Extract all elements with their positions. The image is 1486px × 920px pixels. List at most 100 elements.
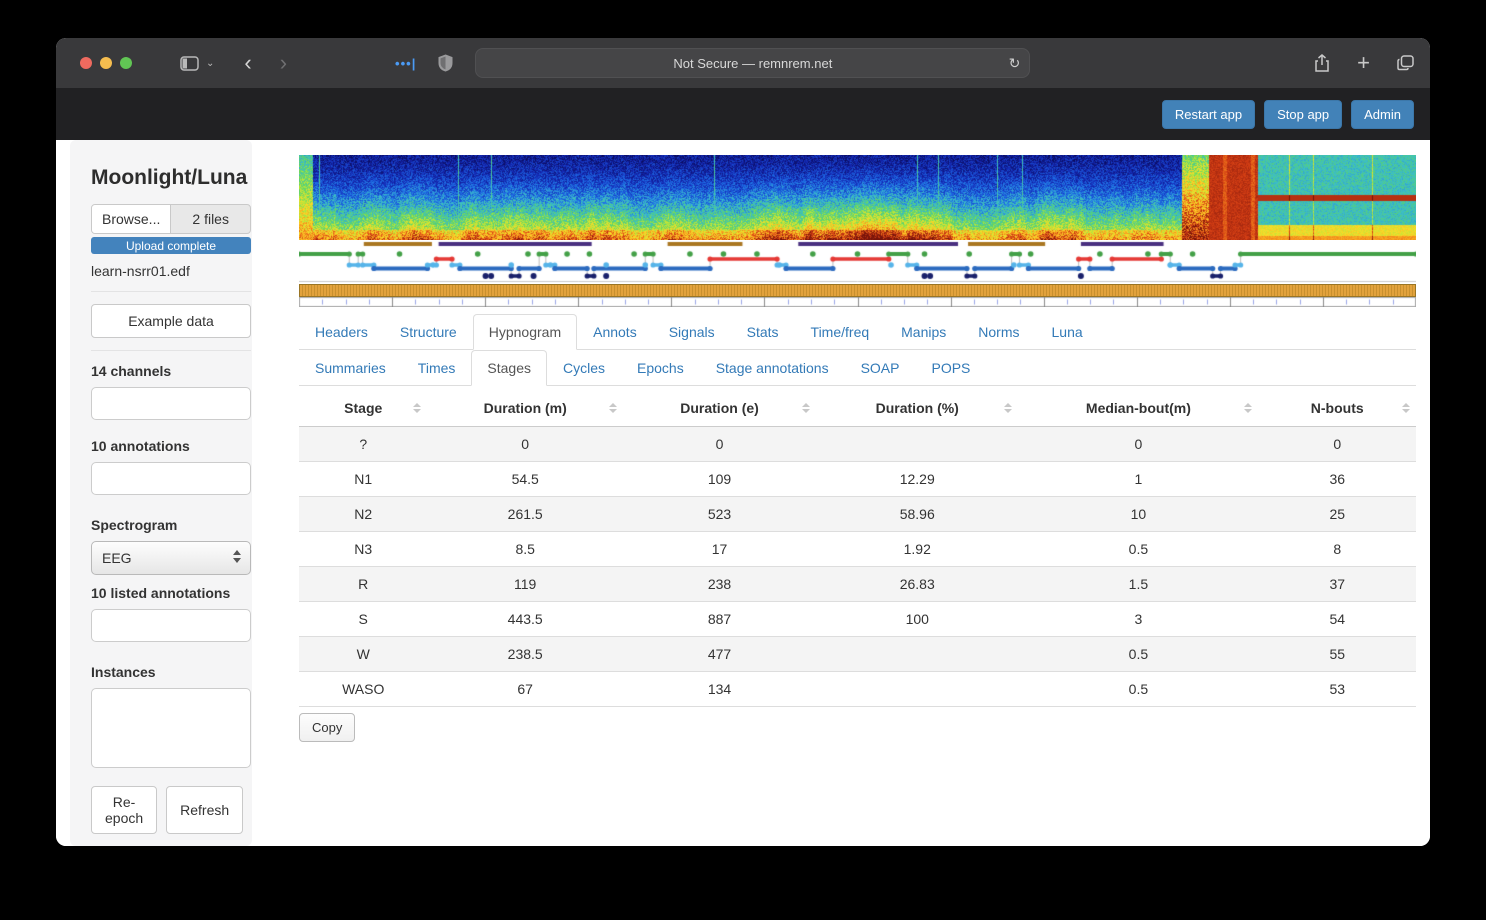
- uploaded-file-name: learn-nsrr01.edf: [91, 263, 190, 279]
- tab-norms[interactable]: Norms: [962, 314, 1035, 350]
- table-cell: 10: [1018, 496, 1259, 532]
- extension-dots-icon[interactable]: •••|: [395, 56, 416, 71]
- sort-icon[interactable]: [1004, 403, 1013, 413]
- file-upload-control[interactable]: Browse... 2 files: [91, 204, 251, 234]
- tab-times[interactable]: Times: [402, 350, 472, 386]
- channels-label: 14 channels: [91, 363, 172, 379]
- table-cell: 1: [1018, 461, 1259, 497]
- table-cell: 100: [816, 601, 1019, 637]
- back-button[interactable]: ‹: [244, 52, 251, 74]
- tab-headers[interactable]: Headers: [299, 314, 384, 350]
- tab-pops[interactable]: POPS: [915, 350, 986, 386]
- browser-window: ⌄ ‹ › •••| Not Secure — remnrem.net ↻ + …: [56, 38, 1430, 846]
- table-cell: 523: [622, 496, 817, 532]
- tab-luna[interactable]: Luna: [1036, 314, 1099, 350]
- table-row: N2 261.5 523 58.96 10 25: [299, 496, 1416, 532]
- column-header-duration-e[interactable]: Duration (e): [622, 390, 817, 427]
- browse-button[interactable]: Browse...: [92, 205, 172, 233]
- tab-stages[interactable]: Stages: [471, 350, 547, 386]
- tab-annots[interactable]: Annots: [577, 314, 653, 350]
- listed-annotations-input[interactable]: [91, 609, 251, 642]
- tab-time-freq[interactable]: Time/freq: [795, 314, 886, 350]
- minimize-window-button[interactable]: [100, 57, 112, 69]
- forward-button[interactable]: ›: [280, 52, 287, 74]
- table-row: R 119 238 26.83 1.5 37: [299, 566, 1416, 602]
- table-cell: 58.96: [816, 496, 1019, 532]
- table-cell: 443.5: [427, 601, 623, 637]
- spectrogram-select-value: EEG: [102, 550, 132, 566]
- tab-epochs[interactable]: Epochs: [621, 350, 700, 386]
- hypnogram-plot: [299, 240, 1416, 284]
- table-cell: 1.92: [816, 531, 1019, 567]
- table-cell: 25: [1258, 496, 1416, 532]
- sort-icon[interactable]: [413, 403, 422, 413]
- column-header-n-bouts[interactable]: N-bouts: [1258, 390, 1416, 427]
- table-cell: 0: [427, 426, 623, 462]
- chevron-down-icon[interactable]: ⌄: [206, 58, 214, 69]
- sort-icon[interactable]: [608, 403, 617, 413]
- table-cell: 0: [622, 426, 817, 462]
- table-cell: 887: [622, 601, 817, 637]
- table-row: ? 0 0 0 0: [299, 426, 1416, 462]
- tab-summaries[interactable]: Summaries: [299, 350, 402, 386]
- share-icon[interactable]: [1314, 53, 1330, 73]
- table-cell: [816, 636, 1019, 672]
- tab-soap[interactable]: SOAP: [845, 350, 916, 386]
- example-data-button[interactable]: Example data: [91, 304, 251, 338]
- table-cell: R: [299, 566, 428, 602]
- admin-button[interactable]: Admin: [1351, 99, 1414, 129]
- zoom-window-button[interactable]: [120, 57, 132, 69]
- re-epoch-button[interactable]: Re-epoch: [91, 786, 158, 834]
- sidebar-gutter: Moonlight/Luna Browse... 2 files Upload …: [56, 140, 252, 846]
- secondary-tabs: Summaries Times Stages Cycles Epochs Stage an…: [299, 350, 1416, 386]
- reload-icon[interactable]: ↻: [1009, 55, 1021, 72]
- table-cell: ?: [299, 426, 428, 462]
- instances-label: Instances: [91, 664, 156, 680]
- table-cell: 37: [1258, 566, 1416, 602]
- table-cell: 1.5: [1018, 566, 1259, 602]
- tab-cycles[interactable]: Cycles: [547, 350, 621, 386]
- table-cell: N3: [299, 531, 428, 567]
- refresh-button[interactable]: Refresh: [166, 786, 244, 834]
- traffic-lights: [80, 57, 132, 69]
- spectrogram-select[interactable]: EEG: [91, 541, 251, 575]
- sort-icon[interactable]: [802, 403, 811, 413]
- column-header-duration-m[interactable]: Duration (m): [427, 390, 623, 427]
- instances-textarea[interactable]: [91, 688, 251, 768]
- annotations-input[interactable]: [91, 462, 251, 495]
- table-cell: [816, 426, 1019, 462]
- annotations-label: 10 annotations: [91, 438, 190, 454]
- table-row: WASO 67 134 0.5 53: [299, 671, 1416, 707]
- restart-app-button[interactable]: Restart app: [1161, 99, 1256, 129]
- shield-extension-icon[interactable]: [438, 54, 453, 72]
- sort-icon[interactable]: [1402, 403, 1410, 413]
- address-bar[interactable]: Not Secure — remnrem.net ↻: [475, 48, 1031, 78]
- main-content: Headers Structure Hypnogram Annots Signals St…: [252, 140, 1430, 846]
- table-cell: N2: [299, 496, 428, 532]
- copy-button[interactable]: Copy: [299, 713, 356, 742]
- close-window-button[interactable]: [80, 57, 92, 69]
- app-header: Restart app Stop app Admin: [56, 88, 1430, 140]
- channels-input[interactable]: [91, 387, 251, 420]
- tab-stage-annotations[interactable]: Stage annotations: [700, 350, 845, 386]
- column-header-median-bout-m[interactable]: Median-bout(m): [1018, 390, 1259, 427]
- table-cell: 36: [1258, 461, 1416, 497]
- table-cell: 119: [427, 566, 623, 602]
- tab-stats[interactable]: Stats: [731, 314, 795, 350]
- sidebar-toggle-icon[interactable]: [180, 55, 199, 71]
- table-cell: 17: [622, 531, 817, 567]
- column-header-duration[interactable]: Duration (%): [816, 390, 1019, 427]
- table-cell: 53: [1258, 671, 1416, 707]
- tab-structure[interactable]: Structure: [384, 314, 473, 350]
- table-cell: 26.83: [816, 566, 1019, 602]
- column-header-stage[interactable]: Stage: [299, 390, 428, 427]
- new-tab-icon[interactable]: +: [1357, 50, 1370, 76]
- tab-signals[interactable]: Signals: [653, 314, 731, 350]
- tab-manips[interactable]: Manips: [885, 314, 962, 350]
- table-cell: 55: [1258, 636, 1416, 672]
- spectrogram-label: Spectrogram: [91, 517, 178, 533]
- tab-hypnogram[interactable]: Hypnogram: [472, 314, 578, 350]
- tab-overview-icon[interactable]: [1397, 55, 1414, 71]
- sort-icon[interactable]: [1244, 403, 1253, 413]
- stop-app-button[interactable]: Stop app: [1264, 99, 1343, 129]
